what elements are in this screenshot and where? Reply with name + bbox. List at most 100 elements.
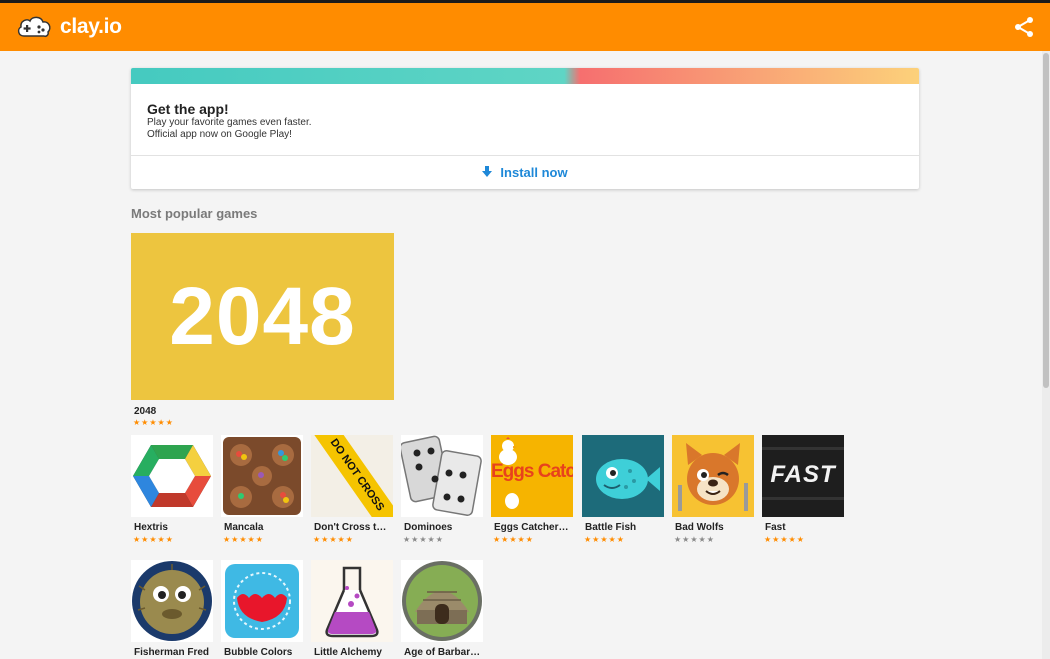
- game-name: 2048: [134, 406, 157, 417]
- app-name: clay.io: [60, 15, 122, 38]
- game-name: Hextris: [134, 522, 168, 533]
- install-now-label: Install now: [500, 164, 568, 180]
- game-name: Bad Wolfs: [675, 522, 724, 533]
- scrollbar-thumb[interactable]: [1043, 53, 1049, 388]
- thumbnail-caption: Eggs Catcher: [491, 461, 573, 482]
- game-thumbnail: [221, 435, 303, 517]
- star-icon: ★: [517, 535, 526, 544]
- logo[interactable]: clay.io: [16, 12, 122, 42]
- star-icon: ★: [698, 535, 707, 544]
- game-tile[interactable]: Bubble Colors: [221, 560, 305, 659]
- star-icon: ★: [690, 535, 699, 544]
- star-icon: ★: [149, 418, 158, 427]
- star-icon: ★: [525, 535, 534, 544]
- star-icon: ★: [796, 535, 805, 544]
- star-icon: ★: [600, 535, 609, 544]
- card-line-2: Official app now on Google Play!: [147, 129, 292, 140]
- game-tile[interactable]: FAST Fast ★★★★★: [762, 435, 846, 547]
- star-icon: ★: [706, 535, 715, 544]
- game-thumbnail: 2048: [131, 233, 394, 400]
- install-now-button[interactable]: Install now: [131, 156, 919, 188]
- game-thumbnail: [131, 435, 213, 517]
- featured-game-tile[interactable]: 2048 2048 ★★★★★: [131, 233, 394, 429]
- star-icon: ★: [337, 535, 346, 544]
- star-icon: ★: [584, 535, 593, 544]
- share-icon[interactable]: [1012, 15, 1036, 39]
- game-name: Bubble Colors: [224, 647, 293, 658]
- star-icon: ★: [788, 535, 797, 544]
- star-icon: ★: [616, 535, 625, 544]
- card-banner: [131, 68, 919, 84]
- section-title: Most popular games: [131, 206, 258, 221]
- game-thumbnail: [401, 560, 483, 642]
- game-tile[interactable]: Hextris ★★★★★: [131, 435, 215, 547]
- star-icon: ★: [157, 535, 166, 544]
- star-icon: ★: [165, 418, 174, 427]
- card-body: Get the app! Play your favorite games ev…: [131, 84, 919, 156]
- star-icon: ★: [780, 535, 789, 544]
- star-icon: ★: [157, 418, 166, 427]
- star-icon: ★: [247, 535, 256, 544]
- game-tile[interactable]: Age of Barbaria…: [401, 560, 485, 659]
- star-icon: ★: [165, 535, 174, 544]
- star-icon: ★: [608, 535, 617, 544]
- app-header: clay.io: [0, 3, 1050, 51]
- star-icon: ★: [329, 535, 338, 544]
- star-icon: ★: [313, 535, 322, 544]
- rating-stars: ★★★★★: [313, 535, 354, 544]
- game-thumbnail: FAST: [762, 435, 844, 517]
- gamepad-cloud-icon: [17, 16, 51, 37]
- thumbnail-caption: FAST: [770, 461, 836, 488]
- game-name: Don't Cross the…: [314, 522, 392, 533]
- download-arrow-icon: [482, 166, 493, 177]
- rating-stars: ★★★★★: [223, 535, 264, 544]
- thumbnail-caption: DO NOT CROSS: [327, 436, 387, 514]
- card-title: Get the app!: [147, 101, 229, 117]
- game-tile[interactable]: Mancala ★★★★★: [221, 435, 305, 547]
- page-scrollbar[interactable]: [1042, 51, 1050, 659]
- game-thumbnail: [672, 435, 754, 517]
- game-tile[interactable]: Fisherman Fred: [131, 560, 215, 659]
- star-icon: ★: [403, 535, 412, 544]
- star-icon: ★: [674, 535, 683, 544]
- rating-stars: ★★★★★: [764, 535, 805, 544]
- star-icon: ★: [133, 418, 142, 427]
- game-thumbnail: [582, 435, 664, 517]
- game-name: Mancala: [224, 522, 264, 533]
- game-thumbnail: [221, 560, 303, 642]
- game-name: Age of Barbaria…: [404, 647, 481, 658]
- star-icon: ★: [435, 535, 444, 544]
- rating-stars: ★★★★★: [133, 535, 174, 544]
- game-tile[interactable]: Bad Wolfs ★★★★★: [672, 435, 756, 547]
- rating-stars: ★★★★★: [674, 535, 715, 544]
- star-icon: ★: [149, 535, 158, 544]
- get-app-card: Get the app! Play your favorite games ev…: [131, 68, 919, 189]
- thumbnail-number: 2048: [169, 270, 356, 362]
- star-icon: ★: [427, 535, 436, 544]
- game-name: Fast: [765, 522, 786, 533]
- game-tile[interactable]: Eggs Catcher Eggs Catcher D… ★★★★★: [491, 435, 575, 547]
- rating-stars: ★★★★★: [493, 535, 534, 544]
- game-name: Eggs Catcher D…: [494, 522, 571, 533]
- game-tile[interactable]: Dominoes ★★★★★: [401, 435, 485, 547]
- star-icon: ★: [764, 535, 773, 544]
- game-name: Battle Fish: [585, 522, 637, 533]
- game-tile[interactable]: Little Alchemy: [311, 560, 395, 659]
- rating-stars: ★★★★★: [133, 418, 174, 427]
- star-icon: ★: [223, 535, 232, 544]
- game-thumbnail: DO NOT CROSS: [311, 435, 393, 517]
- game-name: Fisherman Fred: [134, 647, 210, 658]
- game-thumbnail: [131, 560, 213, 642]
- game-thumbnail: Eggs Catcher: [491, 435, 573, 517]
- game-thumbnail: [311, 560, 393, 642]
- star-icon: ★: [419, 535, 428, 544]
- game-name: Dominoes: [404, 522, 453, 533]
- game-tile[interactable]: DO NOT CROSS Don't Cross the… ★★★★★: [311, 435, 395, 547]
- game-name: Little Alchemy: [314, 647, 382, 658]
- game-tile[interactable]: Battle Fish ★★★★★: [582, 435, 666, 547]
- game-thumbnail: [401, 435, 483, 517]
- card-line-1: Play your favorite games even faster.: [147, 117, 312, 128]
- star-icon: ★: [239, 535, 248, 544]
- star-icon: ★: [133, 535, 142, 544]
- rating-stars: ★★★★★: [584, 535, 625, 544]
